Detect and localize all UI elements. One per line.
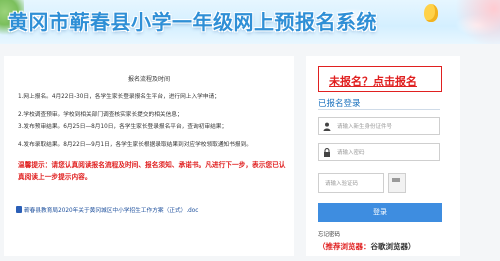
captcha-input[interactable]: [325, 178, 381, 189]
process-step: 4.发布录取结果。8月22日—9月1日，各学生家长根据录取结果到对应学校领取通知…: [18, 142, 252, 148]
registration-info-panel: 报名流程及时间 1.网上报名。4月22日-30日，各学生家长登录报名生平台，进行…: [4, 56, 294, 256]
password-field: [318, 143, 440, 161]
captcha-field: [318, 173, 384, 193]
policy-document-link[interactable]: 蕲春县教育局2020年关于黄冈城区中小学招生工作方案（正式）.doc: [16, 205, 198, 214]
process-step: 3.发布预审结果。6月25日—8月10日，各学生家长登录报名平台，查询初审结果；: [18, 124, 228, 130]
login-divider: [318, 109, 440, 110]
register-link[interactable]: 未报名？点击报名: [329, 73, 417, 89]
id-number-input[interactable]: [337, 120, 437, 133]
login-panel: 未报名？点击报名 已报名登录 登录 忘记密码 （推荐浏览器：谷歌浏览器）: [306, 56, 460, 256]
captcha-image[interactable]: [388, 173, 406, 193]
password-input[interactable]: [337, 146, 437, 159]
browser-tip-label: （推荐浏览器：: [318, 242, 371, 251]
user-icon: [323, 122, 331, 131]
login-button[interactable]: 登录: [318, 203, 442, 222]
policy-document-label: 蕲春县教育局2020年关于黄冈城区中小学招生工作方案（正式）.doc: [24, 208, 199, 214]
header-banner: 黄冈市蕲春县小学一年级网上预报名系统: [0, 0, 500, 44]
forgot-password-link[interactable]: 忘记密码: [318, 230, 340, 238]
browser-recommendation: （推荐浏览器：谷歌浏览器）: [318, 241, 416, 252]
doc-icon: [16, 206, 22, 213]
browser-tip-value: 谷歌浏览器）: [370, 242, 416, 251]
register-link-box: 未报名？点击报名: [318, 66, 442, 92]
page-title: 黄冈市蕲春县小学一年级网上预报名系统: [8, 10, 377, 34]
page: 黄冈市蕲春县小学一年级网上预报名系统 报名流程及时间 1.网上报名。4月22日-…: [0, 0, 500, 261]
process-title: 报名流程及时间: [127, 76, 170, 83]
id-number-field: [318, 117, 440, 135]
process-step: 2.学校调查预审。学校到相关部门调查核实家长提交的相关信息；: [18, 112, 183, 118]
warm-notice: 温馨提示：请您认真阅读报名流程及时间、报名须知、承诺书。凡进行下一步，表示您已认…: [18, 161, 286, 181]
captcha-image-placeholder-icon: [392, 178, 400, 182]
decorative-flower: [440, 0, 500, 44]
decorative-balloon-icon: [424, 4, 438, 22]
process-step: 1.网上报名。4月22日-30日，各学生家长登录报名生平台，进行网上入学申请；: [18, 94, 220, 100]
login-title: 已报名登录: [318, 99, 361, 109]
lock-icon: [323, 148, 331, 157]
